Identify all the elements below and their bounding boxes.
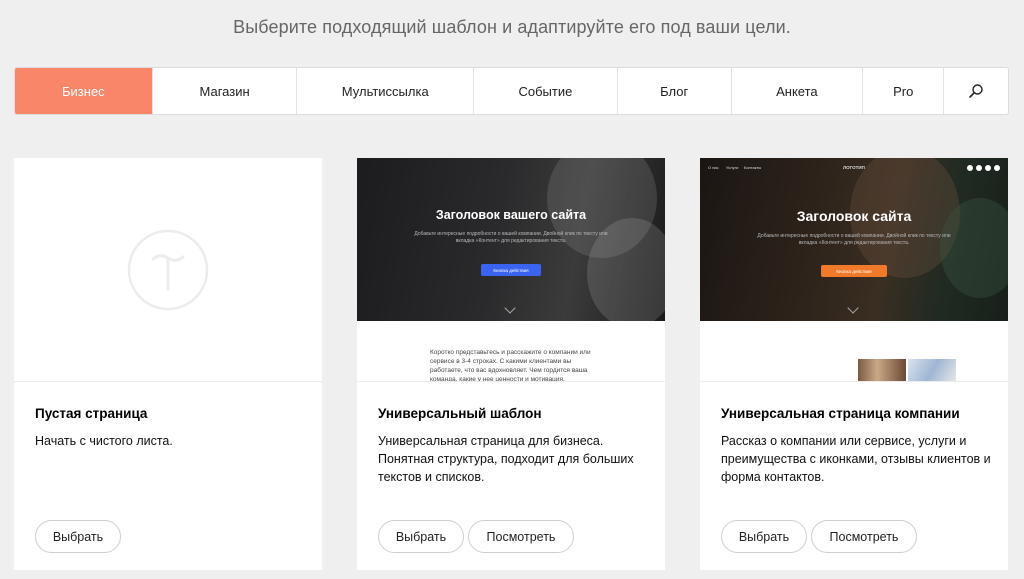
chevron-down-icon <box>504 302 516 314</box>
template-card-company[interactable]: О нас Услуги Контакты ЛОГОТИП Заголовок … <box>700 158 1008 570</box>
social-icons <box>967 165 1000 171</box>
tab-blog[interactable]: Блог <box>618 68 732 114</box>
preview-nav-1: О нас <box>708 165 719 170</box>
select-button[interactable]: Выбрать <box>721 520 807 553</box>
template-preview <box>14 158 322 382</box>
template-card-blank[interactable]: Пустая страница Начать с чистого листа. … <box>14 158 322 570</box>
preview-button: Кнопка действия <box>821 265 887 277</box>
search-button[interactable] <box>944 68 1008 114</box>
preview-image-2 <box>908 359 956 381</box>
tilda-logo-icon <box>127 229 209 311</box>
vk-icon <box>994 165 1000 171</box>
preview-button: Кнопка действия <box>481 264 541 276</box>
preview-nav-3: Контакты <box>744 165 762 170</box>
preview-hero: О нас Услуги Контакты ЛОГОТИП Заголовок … <box>700 158 1008 321</box>
preview-nav-2: Услуги <box>726 165 739 170</box>
template-description: Рассказ о компании или сервисе, услуги и… <box>721 434 991 484</box>
search-icon <box>969 84 983 98</box>
tab-pro[interactable]: Pro <box>863 68 945 114</box>
template-title: Пустая страница <box>35 406 148 421</box>
page-subtitle: Выберите подходящий шаблон и адаптируйте… <box>233 17 791 37</box>
tab-business[interactable]: Бизнес <box>15 68 153 114</box>
select-button[interactable]: Выбрать <box>35 520 121 553</box>
preview-heading: Заголовок сайта <box>796 208 912 224</box>
template-title: Универсальная страница компании <box>721 406 960 421</box>
instagram-icon <box>985 165 991 171</box>
view-button[interactable]: Посмотреть <box>468 520 574 553</box>
template-preview: Заголовок вашего сайта Добавьте интересн… <box>357 158 665 382</box>
preview-subtext: Добавьте интересные подробности о вашей … <box>757 233 951 246</box>
twitter-icon <box>976 165 982 171</box>
preview-hero: Заголовок вашего сайта Добавьте интересн… <box>357 158 665 321</box>
tab-shop[interactable]: Магазин <box>153 68 298 114</box>
template-card-universal[interactable]: Заголовок вашего сайта Добавьте интересн… <box>357 158 665 570</box>
view-button[interactable]: Посмотреть <box>811 520 917 553</box>
select-button[interactable]: Выбрать <box>378 520 464 553</box>
category-tabs: Бизнес Магазин Мультиссылка Событие Блог… <box>14 67 1009 115</box>
tab-form[interactable]: Анкета <box>732 68 864 114</box>
preview-body-text: Коротко представьтесь и расскажите о ком… <box>430 349 591 382</box>
tab-multilink[interactable]: Мультиссылка <box>297 68 475 114</box>
preview-image-1 <box>858 359 906 381</box>
template-description: Универсальная страница для бизнеса. Поня… <box>378 434 634 484</box>
tab-event[interactable]: Событие <box>474 68 618 114</box>
facebook-icon <box>967 165 973 171</box>
template-preview: О нас Услуги Контакты ЛОГОТИП Заголовок … <box>700 158 1008 382</box>
template-title: Универсальный шаблон <box>378 406 542 421</box>
preview-subtext: Добавьте интересные подробности о вашей … <box>414 231 608 244</box>
preview-logo: ЛОГОТИП <box>843 165 865 170</box>
chevron-down-icon <box>847 302 859 314</box>
preview-heading: Заголовок вашего сайта <box>435 208 587 222</box>
template-description: Начать с чистого листа. <box>35 434 173 448</box>
